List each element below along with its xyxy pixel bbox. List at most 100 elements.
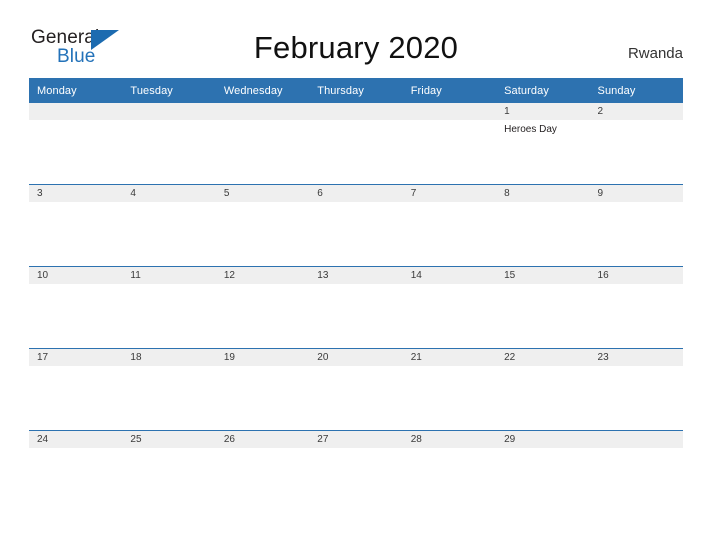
- day-event: [122, 284, 215, 288]
- day-cell[interactable]: 21: [402, 348, 497, 431]
- day-number: 13: [309, 267, 403, 284]
- day-event: [403, 284, 496, 288]
- day-event: [590, 448, 683, 452]
- day-number: 28: [402, 431, 497, 448]
- day-event: [122, 120, 215, 124]
- day-event: Heroes Day: [504, 124, 557, 135]
- day-number: 9: [589, 185, 683, 202]
- day-cell[interactable]: 16: [589, 266, 683, 349]
- day-cell[interactable]: 22: [496, 348, 590, 431]
- calendar-page: General Blue February 2020 Rwanda Monday…: [0, 0, 712, 550]
- day-number: 11: [122, 267, 216, 284]
- calendar-week-row: 24 25 26 27 28 29: [29, 430, 683, 512]
- day-number: [402, 103, 497, 120]
- day-cell[interactable]: 13: [309, 266, 403, 349]
- day-cell[interactable]: 1 Heroes Day: [496, 103, 590, 185]
- day-event: [496, 448, 589, 452]
- day-event: [309, 202, 402, 206]
- day-number: [309, 103, 403, 120]
- day-cell[interactable]: 19: [215, 348, 310, 431]
- day-number: 19: [215, 349, 310, 366]
- day-number: 26: [215, 431, 310, 448]
- day-number: 4: [122, 185, 216, 202]
- day-number: 22: [496, 349, 590, 366]
- page-title: February 2020: [253, 30, 459, 65]
- day-event: [590, 284, 683, 288]
- day-event: [216, 366, 309, 370]
- day-event: [309, 284, 402, 288]
- day-cell[interactable]: 7: [402, 184, 497, 267]
- day-cell[interactable]: 8: [496, 184, 590, 267]
- weekday-header-friday: Friday: [402, 78, 497, 103]
- day-number: 8: [496, 185, 590, 202]
- day-cell[interactable]: 27: [309, 430, 403, 512]
- day-number: 29: [496, 431, 590, 448]
- calendar-header-row: Monday Tuesday Wednesday Thursday Friday…: [29, 78, 683, 103]
- day-event: [122, 448, 215, 452]
- day-number: 18: [122, 349, 216, 366]
- day-cell[interactable]: 9: [589, 184, 683, 267]
- day-number: 23: [589, 349, 683, 366]
- day-event: [403, 366, 496, 370]
- country-label: Rwanda: [627, 45, 683, 62]
- day-cell[interactable]: 25: [122, 430, 216, 512]
- day-event: [122, 202, 215, 206]
- day-cell[interactable]: 3: [29, 184, 123, 267]
- day-number: 16: [589, 267, 683, 284]
- day-cell[interactable]: [29, 103, 123, 185]
- weekday-header-tuesday: Tuesday: [122, 78, 216, 103]
- day-cell[interactable]: 2: [589, 103, 683, 185]
- day-cell[interactable]: 5: [215, 184, 310, 267]
- day-cell[interactable]: 26: [215, 430, 310, 512]
- day-number: 10: [29, 267, 123, 284]
- day-cell[interactable]: [402, 103, 497, 185]
- day-cell[interactable]: 11: [122, 266, 216, 349]
- day-event: [29, 202, 122, 206]
- day-cell[interactable]: 24: [29, 430, 123, 512]
- day-number: [215, 103, 310, 120]
- day-event: [122, 366, 215, 370]
- day-cell[interactable]: 14: [402, 266, 497, 349]
- weekday-header-saturday: Saturday: [496, 78, 590, 103]
- day-event: [590, 366, 683, 370]
- day-event: [29, 448, 122, 452]
- day-cell[interactable]: 6: [309, 184, 403, 267]
- day-cell[interactable]: [215, 103, 310, 185]
- day-cell[interactable]: 17: [29, 348, 123, 431]
- calendar-week-row: 3 4 5 6 7 8 9: [29, 184, 683, 267]
- day-cell[interactable]: [122, 103, 216, 185]
- day-cell[interactable]: 18: [122, 348, 216, 431]
- day-event: [309, 366, 402, 370]
- calendar-week-row: 1 Heroes Day 2: [29, 103, 683, 185]
- weekday-header-monday: Monday: [29, 78, 123, 103]
- day-event: [590, 120, 683, 124]
- day-cell[interactable]: [589, 430, 683, 512]
- weekday-header-thursday: Thursday: [309, 78, 403, 103]
- day-number: [589, 431, 683, 448]
- day-cell[interactable]: 28: [402, 430, 497, 512]
- day-number: 6: [309, 185, 403, 202]
- day-number: [29, 103, 123, 120]
- calendar-week-row: 17 18 19 20 21 22 23: [29, 348, 683, 431]
- day-cell[interactable]: 23: [589, 348, 683, 431]
- day-number: 17: [29, 349, 123, 366]
- day-number: 12: [215, 267, 310, 284]
- day-cell[interactable]: 29: [496, 430, 590, 512]
- day-cell[interactable]: 20: [309, 348, 403, 431]
- day-cell[interactable]: 12: [215, 266, 310, 349]
- day-number: 1: [496, 103, 590, 120]
- day-cell[interactable]: 15: [496, 266, 590, 349]
- day-event: [29, 120, 122, 124]
- day-number: 25: [122, 431, 216, 448]
- day-event: [216, 120, 309, 124]
- day-cell[interactable]: [309, 103, 403, 185]
- day-event: [309, 448, 402, 452]
- day-number: 20: [309, 349, 403, 366]
- day-event: [496, 366, 589, 370]
- day-event: [216, 202, 309, 206]
- day-cell[interactable]: 10: [29, 266, 123, 349]
- day-number: 27: [309, 431, 403, 448]
- calendar-body: 1 Heroes Day 2 3 4 5 6 7 8 9 10 11 12 13…: [29, 103, 683, 512]
- day-cell[interactable]: 4: [122, 184, 216, 267]
- day-event: [403, 448, 496, 452]
